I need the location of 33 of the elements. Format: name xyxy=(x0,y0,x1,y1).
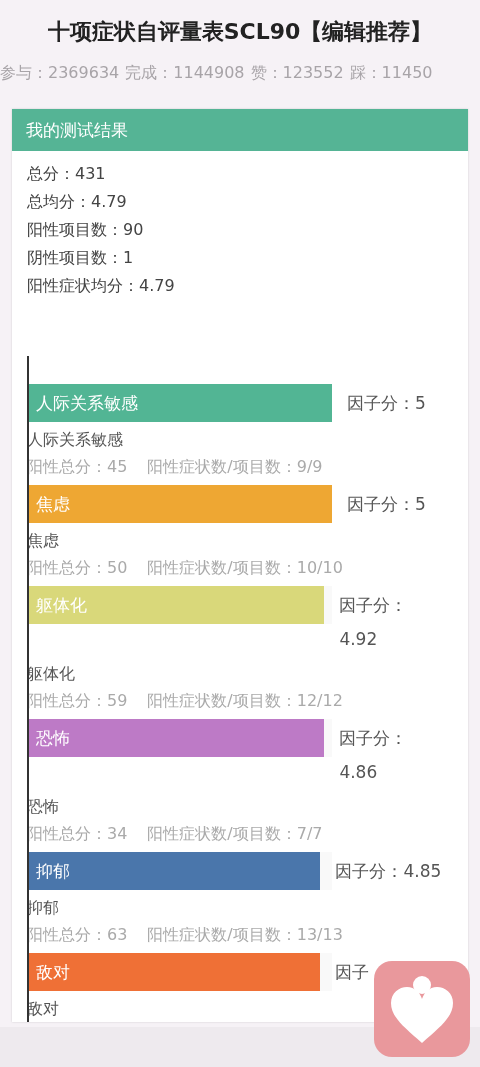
symptom-ratio: 阳性症状数/项目数：10/10 xyxy=(147,557,343,579)
stat-count: 赞：123552 xyxy=(250,62,344,84)
factor-bar: 人际关系敏感 xyxy=(27,384,332,422)
factor-bar: 恐怖 xyxy=(27,719,325,757)
summary-line: 阳性项目数：90 xyxy=(27,219,145,241)
factor-score: 因子分：5 xyxy=(347,392,427,415)
stat-count: 完成：1144908 xyxy=(125,62,245,84)
stat-count: 参与：2369634 xyxy=(0,62,120,84)
factor-name: 抑郁 xyxy=(27,897,60,919)
factor-score: 因子分：4.85 xyxy=(335,860,443,883)
factor-name: 焦虑 xyxy=(27,530,60,552)
symptom-ratio: 阳性症状数/项目数：13/13 xyxy=(147,924,343,946)
symptom-ratio: 阳性症状数/项目数：7/7 xyxy=(147,823,323,845)
factor-name: 人际关系敏感 xyxy=(27,429,124,451)
factor-bar: 抑郁 xyxy=(27,852,321,890)
page-title: 十项症状自评量表SCL90【编辑推荐】 xyxy=(46,18,434,46)
card-header: 我的测试结果 xyxy=(12,109,468,151)
symptom-ratio: 阳性症状数/项目数：9/9 xyxy=(147,456,323,478)
factor-score: 因子分：4.92 xyxy=(339,594,409,651)
summary-line: 总均分：4.79 xyxy=(27,191,128,213)
summary-line: 阴性项目数：1 xyxy=(27,247,135,269)
factor-bar: 敌对 xyxy=(27,953,321,991)
factor-name: 躯体化 xyxy=(27,663,76,685)
symptom-ratio: 阳性症状数/项目数：12/12 xyxy=(147,690,343,712)
factor-score: 因子 xyxy=(335,961,371,984)
app-icon[interactable] xyxy=(374,961,470,1057)
factor-score: 因子分：5 xyxy=(347,493,427,516)
factor-score: 因子分：4.86 xyxy=(339,727,409,784)
summary-line: 总分：431 xyxy=(27,163,107,185)
summary-line: 阳性症状均分：4.79 xyxy=(27,275,176,297)
stat-count: 踩：11450 xyxy=(349,62,433,84)
factor-bar: 焦虑 xyxy=(27,485,332,523)
factor-bar: 躯体化 xyxy=(27,586,325,624)
